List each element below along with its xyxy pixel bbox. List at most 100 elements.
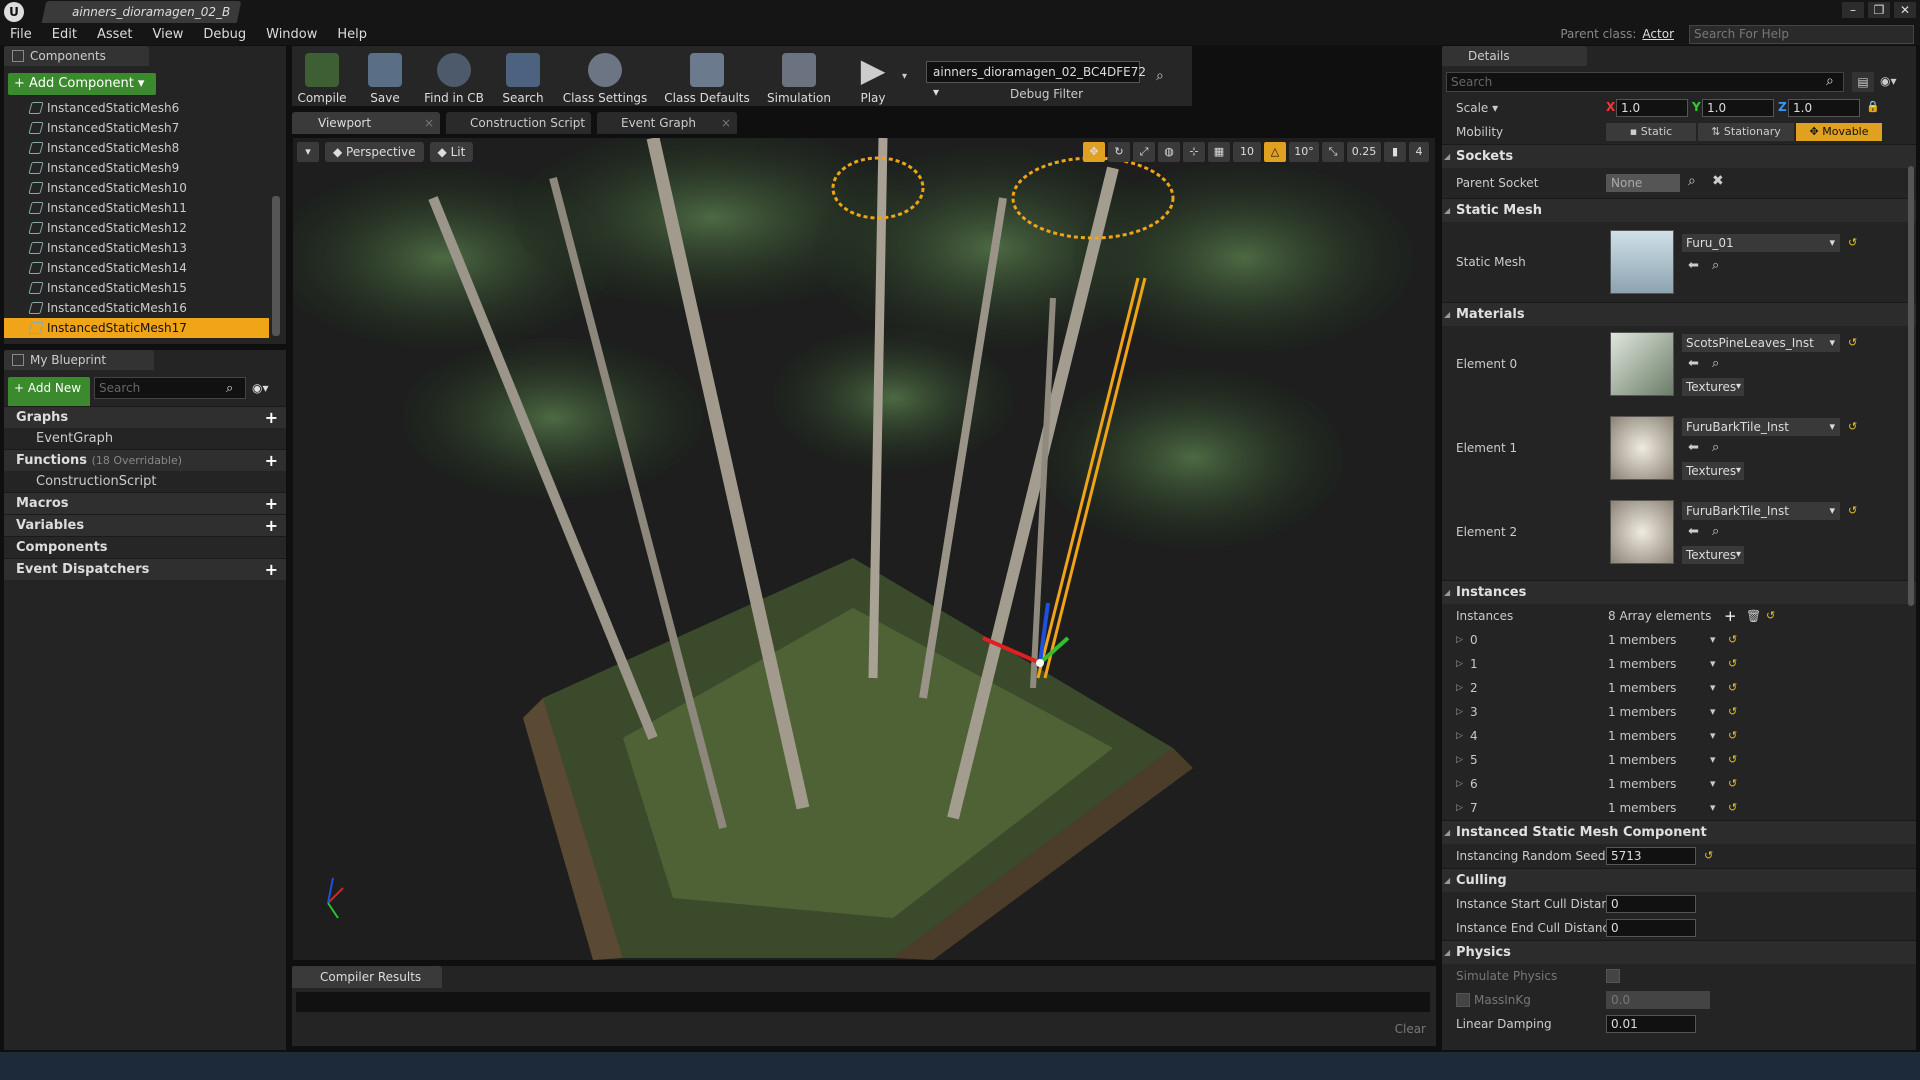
compile-button[interactable]: Compile — [296, 47, 348, 105]
camera-speed-value[interactable]: 4 — [1409, 142, 1429, 162]
browse-icon[interactable]: ⌕ — [1712, 356, 1719, 371]
mobility-static-button[interactable]: ▪ Static — [1606, 123, 1696, 141]
component-item[interactable]: InstancedStaticMesh16 — [4, 298, 269, 318]
construction-script-item[interactable]: ConstructionScript — [4, 471, 286, 492]
tab-details[interactable]: Details — [1442, 46, 1587, 66]
section-instances[interactable]: Instances — [1442, 580, 1916, 605]
help-search-input[interactable]: Search For Help — [1689, 25, 1914, 44]
use-selected-icon[interactable]: ⬅ — [1688, 440, 1699, 455]
scale-snap-value[interactable]: 0.25 — [1347, 142, 1381, 162]
play-options-icon[interactable]: ▾ — [902, 71, 914, 82]
reset-icon[interactable]: ↺ — [1704, 849, 1713, 862]
add-dispatcher-icon[interactable]: + — [265, 559, 278, 581]
material-select[interactable]: FuruBarkTile_Inst — [1682, 418, 1840, 436]
viewport-options-icon[interactable]: ▾ — [297, 142, 319, 162]
browse-icon[interactable]: ⌕ — [1712, 524, 1719, 539]
add-macro-icon[interactable]: + — [265, 493, 278, 515]
simulate-physics-checkbox[interactable] — [1606, 969, 1620, 983]
instance-row[interactable]: ▷ 5 1 members ▾ ↺ — [1442, 748, 1912, 772]
section-macros[interactable]: Macros + — [4, 492, 286, 514]
section-static-mesh[interactable]: Static Mesh — [1442, 198, 1916, 223]
component-item[interactable]: InstancedStaticMesh13 — [4, 238, 269, 258]
expand-arrow-icon[interactable]: ▷ — [1456, 748, 1463, 772]
scale-x-field[interactable]: 1.0 — [1616, 99, 1688, 117]
reset-icon[interactable]: ↺ — [1728, 801, 1737, 814]
browse-icon[interactable]: ⌕ — [1712, 440, 1719, 455]
browse-icon[interactable]: ⌕ — [1712, 258, 1719, 273]
instance-options-icon[interactable]: ▾ — [1710, 700, 1716, 724]
details-search-input[interactable]: Search — [1446, 72, 1844, 92]
component-item[interactable]: InstancedStaticMesh17 — [4, 318, 269, 338]
instance-row[interactable]: ▷ 3 1 members ▾ ↺ — [1442, 700, 1912, 724]
list-view-icon[interactable]: ▤ — [1852, 72, 1874, 92]
mobility-movable-button[interactable]: ✥ Movable — [1796, 123, 1882, 141]
section-graphs[interactable]: Graphs + — [4, 406, 286, 428]
section-components[interactable]: Components — [4, 536, 286, 558]
scale-y-field[interactable]: 1.0 — [1702, 99, 1774, 117]
eye-icon[interactable]: ◉▾ — [1880, 74, 1897, 88]
component-item[interactable]: InstancedStaticMesh6 — [4, 98, 269, 118]
textures-button[interactable]: Textures — [1682, 378, 1744, 396]
details-scrollbar[interactable] — [1908, 166, 1914, 606]
instance-options-icon[interactable]: ▾ — [1710, 628, 1716, 652]
minimize-icon[interactable]: – — [1842, 2, 1864, 18]
instance-row[interactable]: ▷ 1 1 members ▾ ↺ — [1442, 652, 1912, 676]
close-tab-icon[interactable]: × — [721, 112, 731, 134]
scale-icon[interactable]: ⤢ — [1133, 142, 1155, 162]
translate-icon[interactable]: ✥ — [1083, 142, 1105, 162]
reset-icon[interactable]: ↺ — [1728, 753, 1737, 766]
section-physics[interactable]: Physics — [1442, 940, 1916, 965]
material-select[interactable]: FuruBarkTile_Inst — [1682, 502, 1840, 520]
rotation-snap-icon[interactable]: △ — [1264, 142, 1286, 162]
component-item[interactable]: InstancedStaticMesh10 — [4, 178, 269, 198]
expand-arrow-icon[interactable]: ▷ — [1456, 724, 1463, 748]
tab-viewport[interactable]: Viewport × — [292, 112, 440, 134]
tab-my-blueprint[interactable]: My Blueprint — [4, 350, 154, 370]
material-thumbnail[interactable] — [1610, 500, 1674, 564]
grid-snap-value[interactable]: 10 — [1233, 142, 1261, 162]
parent-class-link[interactable]: Actor — [1642, 27, 1674, 41]
perspective-button[interactable]: ◆ Perspective — [325, 142, 424, 162]
clear-icon[interactable]: ✖ — [1712, 173, 1724, 189]
instance-row[interactable]: ▷ 2 1 members ▾ ↺ — [1442, 676, 1912, 700]
section-variables[interactable]: Variables + — [4, 514, 286, 536]
section-functions[interactable]: Functions (18 Overridable) + — [4, 449, 286, 471]
viewport[interactable]: ▾ ◆ Perspective ◆ Lit ✥ ↻ ⤢ ◍ ⊹ ▦ 10 △ 1… — [293, 138, 1435, 960]
component-scrollbar[interactable] — [272, 196, 280, 336]
lock-icon[interactable]: 🔒 — [1866, 100, 1880, 113]
section-culling[interactable]: Culling — [1442, 868, 1916, 893]
static-mesh-select[interactable]: Furu_01 — [1682, 234, 1840, 252]
browse-icon[interactable]: ⌕ — [1688, 173, 1696, 189]
tab-compiler-results[interactable]: Compiler Results — [292, 966, 442, 988]
reset-icon[interactable]: ↺ — [1848, 336, 1857, 349]
instance-options-icon[interactable]: ▾ — [1710, 796, 1716, 820]
material-thumbnail[interactable] — [1610, 332, 1674, 396]
use-selected-icon[interactable]: ⬅ — [1688, 524, 1699, 539]
expand-arrow-icon[interactable]: ▷ — [1456, 628, 1463, 652]
material-select[interactable]: ScotsPineLeaves_Inst — [1682, 334, 1840, 352]
add-element-icon[interactable]: + — [1724, 604, 1737, 628]
camera-speed-icon[interactable]: ▮ — [1384, 142, 1406, 162]
simulation-button[interactable]: Simulation — [764, 47, 834, 105]
debug-object-select[interactable]: ainners_dioramagen_02_BC4DFE72 ▾ — [926, 61, 1146, 99]
rotate-icon[interactable]: ↻ — [1108, 142, 1130, 162]
component-item[interactable]: InstancedStaticMesh15 — [4, 278, 269, 298]
event-graph-item[interactable]: EventGraph — [4, 428, 286, 449]
start-cull-field[interactable]: 0 — [1606, 895, 1696, 913]
world-local-icon[interactable]: ◍ — [1158, 142, 1180, 162]
tab-construction-script[interactable]: Construction Script — [446, 112, 591, 134]
find-in-cb-button[interactable]: Find in CB — [422, 47, 486, 105]
material-thumbnail[interactable] — [1610, 416, 1674, 480]
menu-edit[interactable]: Edit — [52, 24, 77, 45]
textures-button[interactable]: Textures — [1682, 462, 1744, 480]
expand-arrow-icon[interactable]: ▷ — [1456, 676, 1463, 700]
menu-help[interactable]: Help — [337, 24, 367, 45]
blueprint-search-input[interactable]: Search — [94, 377, 246, 399]
menu-window[interactable]: Window — [266, 24, 317, 45]
clear-button[interactable]: Clear — [1395, 1022, 1426, 1036]
menu-file[interactable]: File — [10, 24, 32, 45]
reset-icon[interactable]: ↺ — [1728, 729, 1737, 742]
scale-snap-icon[interactable]: ⤡ — [1322, 142, 1344, 162]
instance-options-icon[interactable]: ▾ — [1710, 748, 1716, 772]
add-variable-icon[interactable]: + — [265, 515, 278, 537]
